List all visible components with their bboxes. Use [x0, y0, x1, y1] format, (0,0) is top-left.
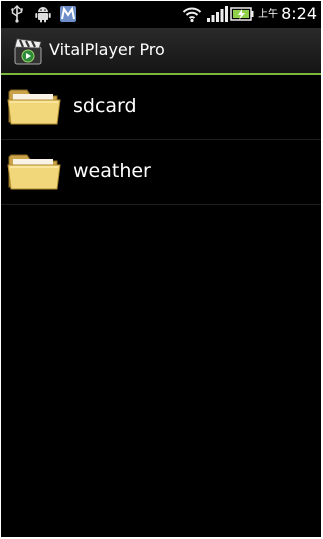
- list-item-sdcard[interactable]: sdcard: [1, 75, 321, 140]
- battery-charging-icon: [230, 5, 254, 27]
- android-debug-icon: [34, 5, 52, 27]
- file-list: sdcard weather: [1, 75, 321, 205]
- usb-icon: [9, 5, 25, 27]
- folder-icon: [7, 86, 61, 130]
- clock: 8:24: [281, 4, 317, 23]
- list-item-weather[interactable]: weather: [1, 140, 321, 205]
- am-pm-label: 上午: [258, 9, 278, 20]
- folder-icon: [7, 151, 61, 195]
- screen: 上午 8:24 VitalPlayer Pro sdcard weather: [1, 1, 321, 537]
- status-bar: 上午 8:24: [1, 1, 321, 28]
- wifi-icon: [182, 5, 202, 27]
- list-item-label: weather: [73, 160, 151, 182]
- clapperboard-icon[interactable]: [12, 35, 44, 71]
- maps-icon: [59, 5, 77, 27]
- list-item-label: sdcard: [73, 95, 137, 117]
- app-bar: VitalPlayer Pro: [1, 28, 321, 73]
- signal-icon: [206, 5, 228, 27]
- app-title: VitalPlayer Pro: [49, 40, 165, 59]
